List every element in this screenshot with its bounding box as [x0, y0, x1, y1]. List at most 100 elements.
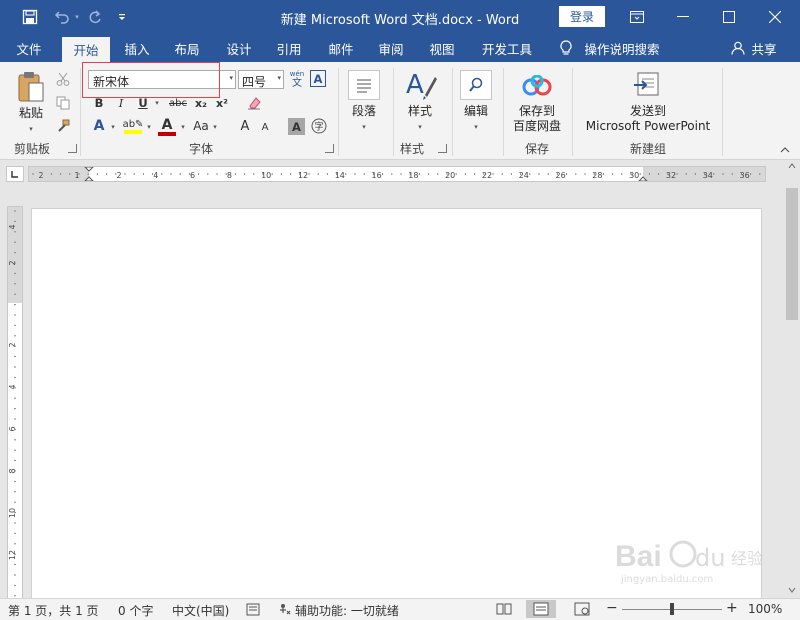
superscript-button[interactable]: x² [213, 94, 231, 112]
send-to-powerpoint-icon[interactable] [630, 70, 664, 100]
clear-formatting-icon[interactable] [244, 92, 264, 112]
tab-selector[interactable] [6, 166, 24, 182]
share-button[interactable]: 共享 [750, 34, 778, 62]
tab-review[interactable]: 审阅 [370, 34, 412, 62]
scroll-up-icon[interactable] [787, 160, 797, 170]
text-effects-icon[interactable]: A [90, 116, 108, 136]
font-launcher-icon[interactable] [325, 144, 334, 153]
tab-developer[interactable]: 开发工具 [474, 34, 540, 62]
enclose-characters-icon[interactable]: 字 [310, 117, 328, 135]
subscript-button[interactable]: x₂ [192, 94, 210, 112]
tab-insert[interactable]: 插入 [116, 34, 158, 62]
font-size-dropdown-icon[interactable]: ▾ [277, 74, 281, 82]
paste-icon[interactable] [14, 70, 48, 104]
bold-button[interactable]: B [90, 94, 108, 112]
proofing-icon[interactable] [246, 603, 260, 619]
scroll-down-icon[interactable] [787, 584, 797, 594]
maximize-icon[interactable] [706, 0, 752, 34]
copy-icon[interactable] [54, 94, 72, 112]
paste-label[interactable]: 粘贴 [12, 106, 50, 121]
undo-dropdown-icon[interactable]: ▾ [72, 6, 82, 28]
underline-button[interactable]: U [134, 94, 152, 112]
horizontal-ruler[interactable]: 2 1 2 4 6 8 10 12 14 16 18 20 22 24 26 28 30 32 34 36 [28, 166, 766, 182]
grow-font-button[interactable]: A [236, 116, 254, 136]
highlight-color-button[interactable]: ab✎ [122, 116, 144, 138]
paragraph-button[interactable]: 段落 [342, 104, 386, 119]
group-divider [452, 68, 453, 156]
tab-references[interactable]: 引用 [268, 34, 310, 62]
cut-icon[interactable] [54, 70, 72, 88]
vertical-scrollbar[interactable] [784, 160, 800, 598]
shrink-font-button[interactable]: A [258, 119, 272, 136]
tab-design[interactable]: 设计 [218, 34, 260, 62]
phonetic-guide-button[interactable]: wén 文 [287, 68, 307, 90]
clipboard-launcher-icon[interactable] [68, 144, 77, 153]
read-mode-icon[interactable] [496, 602, 512, 619]
document-area: 4 2 2 4 6 8 10 12 [0, 188, 784, 598]
scroll-thumb[interactable] [786, 188, 798, 320]
zoom-out-icon[interactable]: − [606, 600, 618, 616]
tell-me-search[interactable]: 操作说明搜索 [580, 34, 664, 62]
character-border-icon[interactable]: A [310, 70, 326, 87]
login-button[interactable]: 登录 [559, 6, 605, 27]
highlight-dropdown-icon[interactable]: ▾ [144, 120, 154, 134]
user-icon[interactable] [730, 34, 746, 62]
font-size-combobox[interactable]: 四号 ▾ [238, 70, 284, 89]
editing-button[interactable]: 编辑 [454, 104, 498, 119]
character-shading-icon[interactable]: A [288, 118, 305, 135]
styles-dropdown-icon[interactable]: ▾ [414, 120, 426, 135]
paste-dropdown-icon[interactable]: ▾ [24, 122, 38, 137]
save-to-baidu-button[interactable]: 保存到 百度网盘 [506, 104, 568, 134]
vertical-ruler[interactable]: 4 2 2 4 6 8 10 12 [7, 206, 23, 598]
undo-icon[interactable] [50, 6, 74, 28]
tab-file[interactable]: 文件 [6, 34, 52, 62]
zoom-slider-thumb[interactable] [670, 603, 674, 615]
font-color-dropdown-icon[interactable]: ▾ [178, 120, 188, 134]
styles-button[interactable]: 样式 [398, 104, 442, 119]
send-to-powerpoint-button[interactable]: 发送到 Microsoft PowerPoint [580, 104, 716, 134]
zoom-percent[interactable]: 100% [748, 602, 782, 616]
redo-icon[interactable] [86, 6, 104, 28]
customize-toolbar-icon[interactable] [114, 6, 130, 28]
change-case-dropdown-icon[interactable]: ▾ [210, 120, 220, 134]
editing-dropdown-icon[interactable]: ▾ [470, 120, 482, 135]
font-name-combobox[interactable]: 新宋体 ▾ [88, 70, 236, 89]
change-case-button[interactable]: Aa [190, 116, 212, 136]
print-layout-icon[interactable] [526, 600, 556, 618]
accessibility-icon[interactable] [278, 603, 292, 619]
text-effects-dropdown-icon[interactable]: ▾ [108, 120, 118, 134]
font-name-dropdown-icon[interactable]: ▾ [229, 74, 233, 82]
ruler-tick-label: 6 [190, 171, 195, 180]
lightbulb-icon[interactable] [556, 34, 576, 62]
paragraph-dropdown-icon[interactable]: ▾ [358, 120, 370, 135]
document-page[interactable] [31, 208, 762, 598]
tab-layout[interactable]: 布局 [166, 34, 208, 62]
styles-launcher-icon[interactable] [438, 144, 447, 153]
strikethrough-button[interactable]: abc [166, 94, 190, 112]
font-color-button[interactable]: A [156, 116, 178, 138]
paragraph-icon[interactable] [348, 70, 380, 100]
baidu-netdisk-icon[interactable] [520, 72, 554, 100]
page-count[interactable]: 第 1 页，共 1 页 [8, 602, 99, 619]
italic-button[interactable]: I [112, 94, 130, 112]
accessibility-status[interactable]: 辅助功能: 一切就绪 [295, 602, 399, 619]
styles-icon[interactable]: A [402, 66, 438, 102]
search-icon[interactable] [460, 70, 492, 100]
group-divider [503, 68, 504, 156]
close-icon[interactable] [752, 0, 798, 34]
vruler-tick-label: 12 [8, 550, 17, 560]
language-indicator[interactable]: 中文(中国) [172, 602, 229, 619]
underline-dropdown-icon[interactable]: ▾ [152, 96, 162, 110]
ribbon-display-options-icon[interactable] [614, 0, 660, 34]
save-icon[interactable] [18, 6, 42, 28]
ruler-tick-label: 22 [482, 171, 492, 180]
minimize-icon[interactable] [660, 0, 706, 34]
format-painter-icon[interactable] [54, 117, 72, 135]
collapse-ribbon-icon[interactable] [778, 144, 792, 156]
tab-home[interactable]: 开始 [62, 37, 110, 62]
web-layout-icon[interactable] [574, 602, 590, 619]
word-count[interactable]: 0 个字 [118, 602, 153, 619]
tab-view[interactable]: 视图 [421, 34, 463, 62]
tab-mailings[interactable]: 邮件 [320, 34, 362, 62]
zoom-in-icon[interactable]: + [726, 600, 738, 616]
